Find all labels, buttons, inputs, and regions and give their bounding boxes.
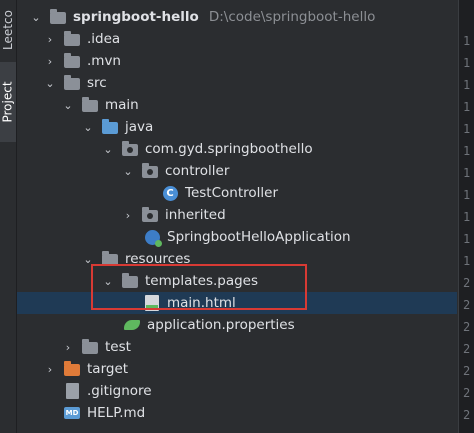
leetcode-tab-label: Leetco [1,10,16,50]
tool-window-strip: Leetco Project [0,0,17,433]
tree-row-label: inherited [165,207,226,223]
tree-row-mvn[interactable]: › .mvn [17,50,457,72]
line-number: 1 [463,56,471,70]
chevron-right-icon[interactable]: › [43,50,57,72]
project-tab[interactable]: Project [0,62,16,142]
tree-row-label: application.properties [147,317,295,333]
chevron-right-icon[interactable]: › [61,336,75,358]
class-icon: C [161,184,179,202]
markdown-icon: MD [64,407,80,419]
tree-row-application-properties[interactable]: application.properties [17,314,457,336]
line-number: 1 [463,210,471,224]
package-icon [141,162,159,180]
package-icon [141,206,159,224]
tree-row-label: controller [165,163,230,179]
line-number: 2 [463,342,471,356]
line-number: 1 [463,122,471,136]
excluded-folder-icon [63,360,81,378]
package-icon [121,140,139,158]
folder-icon [63,52,81,70]
line-number: 1 [463,254,471,268]
folder-icon [63,30,81,48]
line-number: 1 [463,166,471,180]
folder-icon [81,338,99,356]
tree-row-gitignore[interactable]: .gitignore [17,380,457,402]
chevron-right-icon[interactable]: › [43,28,57,50]
tree-row-label: src [87,75,107,91]
file-icon [63,382,81,400]
source-folder-icon [101,118,119,136]
folder-icon [81,96,99,114]
chevron-down-icon[interactable]: ⌄ [43,72,57,94]
tree-row-label: .gitignore [87,383,152,399]
line-number: 1 [463,144,471,158]
tree-row-label: .idea [87,31,121,47]
tree-row-label: TestController [185,185,278,201]
tree-row-src[interactable]: ⌄ src [17,72,457,94]
tree-row-project-root[interactable]: ⌄ springboot-hello D:\code\springboot-he… [17,6,457,28]
tree-row-label: com.gyd.springboothello [145,141,313,157]
line-number: 2 [463,386,471,400]
line-number: 1 [463,232,471,246]
project-tab-label: Project [1,81,15,123]
line-number: 2 [463,408,471,422]
tree-row-label: .mvn [87,53,121,69]
annotation-highlight-box [91,264,307,310]
line-number: 1 [463,188,471,202]
editor-line-gutter: 1 1 1 1 1 1 1 1 1 1 1 2 2 2 2 2 2 2 [458,0,474,433]
line-number: 2 [463,320,471,334]
line-number: 1 [463,34,471,48]
spring-properties-icon [123,316,141,334]
spring-app-icon [143,228,162,247]
chevron-down-icon[interactable]: ⌄ [61,94,75,116]
chevron-right-icon[interactable]: › [121,204,135,226]
tree-row-test[interactable]: › test [17,336,457,358]
tree-row-label: java [125,119,154,135]
tree-row-label: springboot-hello [73,9,199,25]
project-path: D:\code\springboot-hello [208,9,376,25]
folder-icon [49,8,67,26]
tree-row-package[interactable]: ⌄ com.gyd.springboothello [17,138,457,160]
tree-row-help-md[interactable]: MD HELP.md [17,402,457,424]
chevron-down-icon[interactable]: ⌄ [29,6,43,28]
tree-row-target[interactable]: › target [17,358,457,380]
tree-row-testcontroller[interactable]: C TestController [17,182,457,204]
tree-row-controller[interactable]: ⌄ controller [17,160,457,182]
line-number: 1 [463,100,471,114]
tree-row-label: main [105,97,139,113]
chevron-down-icon[interactable]: ⌄ [81,116,95,138]
tree-row-main[interactable]: ⌄ main [17,94,457,116]
tree-row-idea[interactable]: › .idea [17,28,457,50]
chevron-right-icon[interactable]: › [43,358,57,380]
chevron-down-icon[interactable]: ⌄ [121,160,135,182]
tree-row-label: target [87,361,129,377]
tree-row-label: HELP.md [87,405,146,421]
line-number: 1 [463,78,471,92]
tree-row-label: test [105,339,131,355]
line-number: 2 [463,276,471,290]
tree-row-java[interactable]: ⌄ java [17,116,457,138]
line-number: 2 [463,364,471,378]
leetcode-tab[interactable]: Leetco [0,0,16,60]
project-tree: ⌄ springboot-hello D:\code\springboot-he… [17,0,457,433]
tree-row-inherited[interactable]: › inherited [17,204,457,226]
tree-row-application[interactable]: SpringbootHelloApplication [17,226,457,248]
folder-icon [63,74,81,92]
line-number: 2 [463,298,471,312]
tree-row-label: SpringbootHelloApplication [167,229,351,245]
chevron-down-icon[interactable]: ⌄ [101,138,115,160]
